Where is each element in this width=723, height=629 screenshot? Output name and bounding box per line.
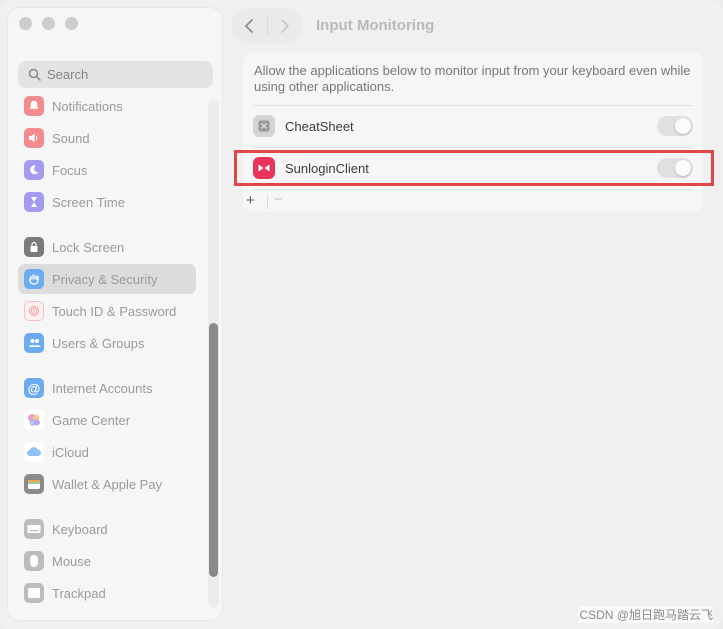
search-placeholder: Search bbox=[47, 67, 89, 82]
chevron-left-icon bbox=[245, 19, 253, 33]
cheatsheet-icon bbox=[253, 115, 275, 137]
hand-icon bbox=[24, 269, 44, 289]
hourglass-icon bbox=[24, 192, 44, 212]
game-center-icon bbox=[24, 410, 44, 430]
cloud-icon bbox=[24, 442, 44, 462]
sidebar-item-label: Wallet & Apple Pay bbox=[52, 476, 163, 492]
bell-icon bbox=[24, 96, 44, 116]
chevron-right-icon bbox=[281, 19, 289, 33]
add-app-button[interactable]: + bbox=[246, 192, 255, 209]
search-input[interactable]: Search bbox=[18, 61, 213, 88]
cheatsheet-toggle[interactable] bbox=[657, 116, 693, 136]
users-icon bbox=[24, 333, 44, 353]
wallet-icon bbox=[24, 474, 44, 494]
sidebar-item-label: Sound bbox=[52, 130, 90, 146]
fingerprint-icon bbox=[24, 301, 44, 321]
mouse-icon bbox=[24, 551, 44, 571]
sidebar-item-wallet[interactable]: Wallet & Apple Pay bbox=[18, 469, 196, 499]
lock-icon bbox=[24, 237, 44, 257]
settings-window: Search Notifications Sound Focus Screen … bbox=[0, 0, 723, 629]
zoom-window-button[interactable] bbox=[65, 17, 78, 30]
sidebar-item-label: Game Center bbox=[52, 412, 131, 428]
forward-button[interactable] bbox=[267, 8, 303, 44]
sidebar-item-label: Lock Screen bbox=[52, 239, 125, 255]
toggle-knob bbox=[675, 118, 691, 134]
keyboard-icon bbox=[24, 519, 44, 539]
sidebar-item-label: Mouse bbox=[52, 553, 92, 569]
app-row-cheatsheet: CheatSheet bbox=[253, 106, 693, 146]
search-icon bbox=[28, 68, 41, 81]
watermark: CSDN @旭日跑马踏云飞 bbox=[579, 606, 713, 623]
sidebar-item-game-center[interactable]: Game Center bbox=[18, 405, 196, 435]
sidebar-item-trackpad[interactable]: Trackpad bbox=[18, 578, 196, 608]
moon-icon bbox=[24, 160, 44, 180]
sidebar-item-label: Users & Groups bbox=[52, 335, 145, 351]
sidebar-item-label: Screen Time bbox=[52, 194, 125, 210]
sidebar-item-label: Internet Accounts bbox=[52, 380, 153, 396]
minimize-window-button[interactable] bbox=[42, 17, 55, 30]
sidebar-item-label: Keyboard bbox=[52, 521, 108, 537]
sidebar-item-touch-id[interactable]: Touch ID & Password bbox=[18, 296, 196, 326]
divider bbox=[253, 189, 693, 190]
sidebar-item-users-groups[interactable]: Users & Groups bbox=[18, 328, 196, 358]
close-window-button[interactable] bbox=[19, 17, 32, 30]
sidebar-item-icloud[interactable]: iCloud bbox=[18, 437, 196, 467]
highlight-box bbox=[234, 150, 714, 186]
app-name: CheatSheet bbox=[285, 118, 354, 134]
sidebar-item-label: Trackpad bbox=[52, 585, 106, 601]
sidebar-item-label: Touch ID & Password bbox=[52, 303, 177, 319]
sidebar-item-label: Focus bbox=[52, 162, 88, 178]
sidebar-item-keyboard[interactable]: Keyboard bbox=[18, 514, 196, 544]
sidebar-item-sound[interactable]: Sound bbox=[18, 123, 196, 153]
permission-description: Allow the applications below to monitor … bbox=[254, 63, 691, 94]
at-icon: @ bbox=[24, 378, 44, 398]
back-button[interactable] bbox=[231, 8, 267, 44]
speaker-icon bbox=[24, 128, 44, 148]
sidebar-item-focus[interactable]: Focus bbox=[18, 155, 196, 185]
remove-app-button[interactable]: − bbox=[274, 191, 283, 208]
button-divider bbox=[267, 195, 268, 209]
sidebar-item-label: iCloud bbox=[52, 444, 89, 460]
sidebar-item-label: Notifications bbox=[52, 98, 123, 114]
sidebar-item-lock-screen[interactable]: Lock Screen bbox=[18, 232, 196, 262]
page-title: Input Monitoring bbox=[316, 17, 435, 34]
sidebar-item-screen-time[interactable]: Screen Time bbox=[18, 187, 196, 217]
sidebar-item-privacy-security[interactable]: Privacy & Security bbox=[18, 264, 196, 294]
sidebar-item-mouse[interactable]: Mouse bbox=[18, 546, 196, 576]
sidebar-item-notifications[interactable]: Notifications bbox=[18, 91, 196, 121]
sidebar-item-internet-accounts[interactable]: @ Internet Accounts bbox=[18, 373, 196, 403]
sidebar-item-label: Privacy & Security bbox=[52, 271, 158, 287]
sidebar-scroll-thumb[interactable] bbox=[209, 323, 218, 577]
trackpad-icon bbox=[24, 583, 44, 603]
